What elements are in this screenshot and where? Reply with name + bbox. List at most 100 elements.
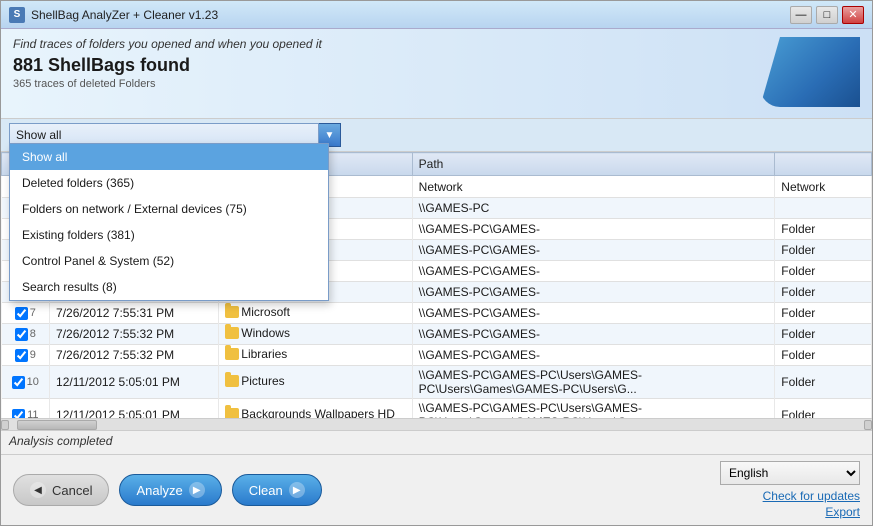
- header-left: Find traces of folders you opened and wh…: [13, 37, 740, 90]
- row-visited: 12/11/2012 5:05:01 PM: [50, 366, 219, 399]
- check-updates-link[interactable]: Check for updates: [763, 489, 860, 503]
- row-num-cell: 7: [2, 303, 50, 324]
- row-folder: Windows: [219, 324, 412, 345]
- table-row: 97/26/2012 7:55:32 PM Libraries \\GAMES-P…: [2, 345, 872, 366]
- clean-arrow-icon: ▶: [289, 482, 305, 498]
- filter-row: Show all ▼ Show all Deleted folders (365…: [1, 119, 872, 151]
- row-path: \\GAMES-PC\GAMES-: [412, 261, 775, 282]
- row-visited: 12/11/2012 5:05:01 PM: [50, 399, 219, 419]
- row-folder: Pictures: [219, 366, 412, 399]
- header-right: [740, 37, 860, 107]
- row-type: Folder: [775, 261, 872, 282]
- clean-label: Clean: [249, 483, 283, 498]
- clean-button[interactable]: Clean ▶: [232, 474, 322, 506]
- row-path: \\GAMES-PC\GAMES-: [412, 324, 775, 345]
- row-path: \\GAMES-PC\GAMES-PC\Users\GAMES-PC\Users…: [412, 399, 775, 419]
- bottom-buttons: ◀ Cancel Analyze ▶ Clean ▶: [13, 474, 322, 506]
- row-type: Folder: [775, 399, 872, 419]
- row-num-cell: 9: [2, 345, 50, 366]
- title-bar: S ShellBag AnalyZer + Cleaner v1.23 — □ …: [1, 1, 872, 29]
- content-area: Show all ▼ Show all Deleted folders (365…: [1, 119, 872, 430]
- filter-dropdown-popup: Show all Deleted folders (365) Folders o…: [9, 143, 329, 301]
- table-row: 1012/11/2012 5:05:01 PM Pictures\\GAMES-…: [2, 366, 872, 399]
- cancel-button[interactable]: ◀ Cancel: [13, 474, 109, 506]
- window-title: ShellBag AnalyZer + Cleaner v1.23: [31, 8, 218, 22]
- row-visited: 7/26/2012 7:55:32 PM: [50, 324, 219, 345]
- header-title: 881 ShellBags found: [13, 55, 740, 76]
- row-type: [775, 198, 872, 219]
- row-checkbox[interactable]: [15, 307, 28, 320]
- row-type: Folder: [775, 366, 872, 399]
- title-controls: — □ ✕: [790, 6, 864, 24]
- close-button[interactable]: ✕: [842, 6, 864, 24]
- folder-name: Windows: [241, 326, 290, 340]
- row-checkbox[interactable]: [12, 376, 25, 389]
- status-text: Analysis completed: [9, 434, 112, 448]
- row-number: 7: [30, 307, 36, 319]
- folder-name: Microsoft: [241, 305, 290, 319]
- cancel-label: Cancel: [52, 483, 92, 498]
- header-area: Find traces of folders you opened and wh…: [1, 29, 872, 119]
- row-type: Folder: [775, 345, 872, 366]
- row-checkbox[interactable]: [15, 328, 28, 341]
- cancel-arrow-icon: ◀: [30, 482, 46, 498]
- row-path: Network: [412, 176, 775, 198]
- table-row: 11 12/11/2012 5:05:01 PM Backgrounds Wall…: [2, 399, 872, 419]
- row-folder: Backgrounds Wallpapers HD: [219, 399, 412, 419]
- language-select[interactable]: English: [720, 461, 860, 485]
- row-path: \\GAMES-PC\GAMES-: [412, 219, 775, 240]
- row-folder: Microsoft: [219, 303, 412, 324]
- bottom-links: Check for updates Export: [763, 489, 860, 519]
- row-path: \\GAMES-PC\GAMES-: [412, 303, 775, 324]
- row-num-cell: 8: [2, 324, 50, 345]
- row-number: 8: [30, 328, 36, 340]
- row-path: \\GAMES-PC\GAMES-: [412, 240, 775, 261]
- row-path: \\GAMES-PC\GAMES-: [412, 345, 775, 366]
- analyze-label: Analyze: [136, 483, 182, 498]
- folder-name: Backgrounds Wallpapers HD: [241, 407, 395, 418]
- title-bar-left: S ShellBag AnalyZer + Cleaner v1.23: [9, 7, 218, 23]
- table-row: 8 7/26/2012 7:55:32 PM Windows \\GAMES-PC\…: [2, 324, 872, 345]
- header-subtitle: Find traces of folders you opened and wh…: [13, 37, 740, 51]
- row-type: Network: [775, 176, 872, 198]
- filter-option-control-panel[interactable]: Control Panel & System (52): [10, 248, 328, 274]
- filter-option-network[interactable]: Folders on network / External devices (7…: [10, 196, 328, 222]
- horizontal-scrollbar[interactable]: [1, 418, 872, 430]
- row-type: Folder: [775, 303, 872, 324]
- scrollbar-thumb[interactable]: [17, 420, 97, 430]
- minimize-button[interactable]: —: [790, 6, 812, 24]
- filter-option-deleted[interactable]: Deleted folders (365): [10, 170, 328, 196]
- header-count: 365 traces of deleted Folders: [13, 78, 740, 90]
- maximize-button[interactable]: □: [816, 6, 838, 24]
- row-number: 11: [27, 409, 38, 418]
- folder-name: Pictures: [241, 374, 284, 388]
- decorative-banner: [760, 37, 860, 107]
- row-num-cell: 10: [2, 366, 50, 399]
- row-type: Folder: [775, 219, 872, 240]
- analyze-button[interactable]: Analyze ▶: [119, 474, 221, 506]
- bottom-bar: ◀ Cancel Analyze ▶ Clean ▶ English Check…: [1, 454, 872, 525]
- filter-option-search[interactable]: Search results (8): [10, 274, 328, 300]
- row-path: \\GAMES-PC: [412, 198, 775, 219]
- row-type: Folder: [775, 282, 872, 303]
- row-type: Folder: [775, 240, 872, 261]
- app-icon: S: [9, 7, 25, 23]
- row-checkbox[interactable]: [15, 349, 28, 362]
- row-visited: 7/26/2012 7:55:31 PM: [50, 303, 219, 324]
- filter-option-existing[interactable]: Existing folders (381): [10, 222, 328, 248]
- analyze-arrow-icon: ▶: [189, 482, 205, 498]
- row-visited: 7/26/2012 7:55:32 PM: [50, 345, 219, 366]
- folder-icon: [225, 348, 239, 360]
- row-checkbox[interactable]: [12, 409, 25, 419]
- main-window: S ShellBag AnalyZer + Cleaner v1.23 — □ …: [0, 0, 873, 526]
- folder-icon: [225, 375, 239, 387]
- row-type: Folder: [775, 324, 872, 345]
- row-folder: Libraries: [219, 345, 412, 366]
- table-row: 7 7/26/2012 7:55:31 PM Microsoft \\GAMES-P…: [2, 303, 872, 324]
- folder-name: Libraries: [241, 347, 287, 361]
- folder-icon: [225, 408, 239, 418]
- row-num-cell: 11: [2, 399, 50, 419]
- row-number: 10: [27, 376, 39, 388]
- filter-option-show-all[interactable]: Show all: [10, 144, 328, 170]
- export-link[interactable]: Export: [825, 505, 860, 519]
